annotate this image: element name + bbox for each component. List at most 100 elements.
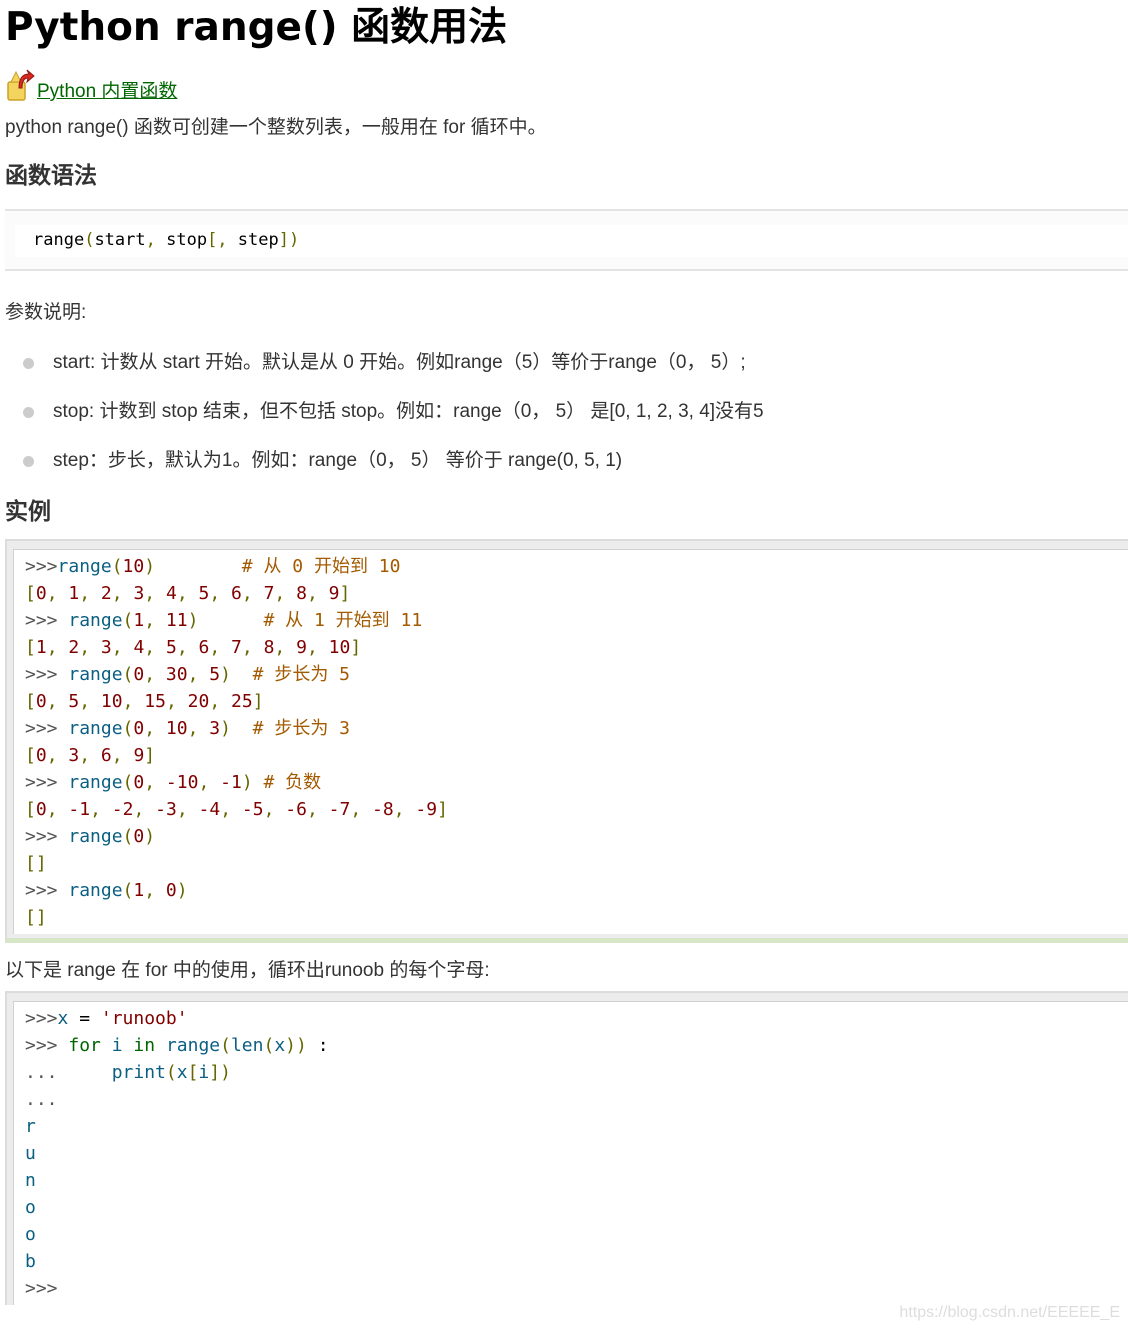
code-line: b (25, 1248, 1128, 1275)
code-token: [ (25, 637, 36, 658)
code-token: ]) (278, 230, 300, 250)
code-token: 7 (263, 583, 275, 604)
code-line: >>> range(0, -10, -1) # 负数 (25, 769, 1128, 796)
code-line: o (25, 1194, 1128, 1221)
code-token: >>> (25, 1008, 58, 1029)
back-link-label[interactable]: Python 内置函数 (37, 82, 177, 102)
code-token: 3 (100, 637, 112, 658)
code-line: >>>range(10) # 从 0 开始到 10 (25, 553, 1128, 580)
code-token: range (68, 610, 123, 631)
code-token: [] (25, 907, 47, 928)
code-token: 6 (100, 745, 112, 766)
intro-text: python range() 函数可创建一个整数列表，一般用在 for 循环中。 (5, 117, 547, 138)
code-token: , (187, 664, 210, 685)
code-token: >>> (25, 1035, 69, 1056)
code-token: -2 (111, 799, 134, 820)
syntax-code: range(start, stop[, step]) (15, 225, 1128, 257)
code-token: , (165, 691, 188, 712)
code-token: range (68, 664, 123, 685)
code-token: 7 (231, 637, 242, 658)
code-token: , (79, 583, 101, 604)
code-token: , (46, 691, 69, 712)
code-token: ... (25, 1062, 112, 1083)
bullet-icon (23, 407, 34, 418)
code-token: 0 (165, 880, 177, 901)
code-token: u (25, 1143, 36, 1164)
code-token: -1 (68, 799, 91, 820)
code-token: ) (144, 556, 156, 577)
code-token: , (393, 799, 416, 820)
code-token: [, (207, 230, 238, 250)
code-token: , (144, 772, 166, 793)
watermark: https://blog.csdn.net/EEEEE_E (899, 1304, 1120, 1321)
code-token: ] (350, 637, 362, 658)
code-token: range (68, 880, 123, 901)
code-token: 9 (296, 637, 307, 658)
code-token: 3 (133, 583, 145, 604)
code-token: 9 (328, 583, 340, 604)
code-token: , (144, 880, 166, 901)
code-token: # 步长为 5 (252, 664, 351, 685)
code-token: -6 (285, 799, 307, 820)
code-token: 0 (133, 826, 145, 847)
code-token: ( (122, 772, 134, 793)
code-token: 0 (35, 799, 47, 820)
code-token: n (25, 1170, 36, 1191)
code-token: , (46, 745, 69, 766)
code-token: , (209, 691, 232, 712)
code-token: 0 (35, 691, 47, 712)
code-token: 4 (133, 637, 145, 658)
code-line: >>> range(0, 10, 3) # 步长为 3 (25, 715, 1128, 742)
code-token: r (25, 1116, 36, 1137)
code-token: print (111, 1062, 166, 1083)
up-arrow-icon (7, 69, 35, 101)
code-token: # 从 1 开始到 11 (263, 610, 423, 631)
code-line: [0, 3, 6, 9] (25, 742, 1128, 769)
back-link[interactable]: Python 内置函数 (5, 68, 1128, 102)
code-token: for (68, 1035, 101, 1056)
code-token: 10 (165, 718, 188, 739)
code-token: >>> (25, 1278, 58, 1299)
code-token: ] (252, 691, 264, 712)
code-token: ]) (209, 1062, 231, 1083)
code-token: range (165, 1035, 221, 1056)
code-token: , (46, 583, 69, 604)
code-token: start (94, 230, 146, 250)
code-token: 15 (144, 691, 166, 712)
code-token: 10 (328, 637, 351, 658)
code-token: # 负数 (263, 772, 322, 793)
code-token: 11 (165, 610, 188, 631)
code-token: stop (166, 230, 208, 250)
code-line: >>>x = 'runoob' (25, 1005, 1128, 1032)
code-token: [ (25, 799, 36, 820)
code-token: , (209, 583, 232, 604)
code-token: , (241, 583, 264, 604)
code-token: 0 (35, 583, 47, 604)
code-token: 1 (133, 880, 145, 901)
code-token: -4 (198, 799, 221, 820)
code-line: >>> range(0, 30, 5) # 步长为 5 (25, 661, 1128, 688)
param-item-stop: stop: 计数到 stop 结束，但不包括 stop。例如：range（0， … (5, 399, 1128, 425)
code-token: , (306, 583, 329, 604)
code-line: u (25, 1140, 1128, 1167)
code-token: 6 (231, 583, 242, 604)
example-code-box: >>>range(10) # 从 0 开始到 10 [0, 1, 2, 3, 4,… (5, 539, 1128, 943)
code-line: [0, 5, 10, 15, 20, 25] (25, 688, 1128, 715)
for-code-box: >>>x = 'runoob' >>> for i in range(len(x)… (5, 991, 1128, 1305)
code-token: >>> (25, 664, 69, 685)
code-line: >>> range(1, 0) (25, 877, 1128, 904)
code-token: , (111, 745, 134, 766)
code-token: ( (122, 880, 134, 901)
example-heading: 实例 (5, 499, 51, 525)
code-token: , (306, 799, 329, 820)
params-list: start: 计数从 start 开始。默认是从 0 开始。例如range（5）… (5, 350, 1128, 474)
code-token: >>> (25, 772, 69, 793)
code-token: ( (84, 230, 95, 250)
code-token: 25 (231, 691, 253, 712)
code-token: [ (25, 691, 36, 712)
code-line: >>> range(1, 11) # 从 1 开始到 11 (25, 607, 1128, 634)
code-token: , (220, 799, 242, 820)
